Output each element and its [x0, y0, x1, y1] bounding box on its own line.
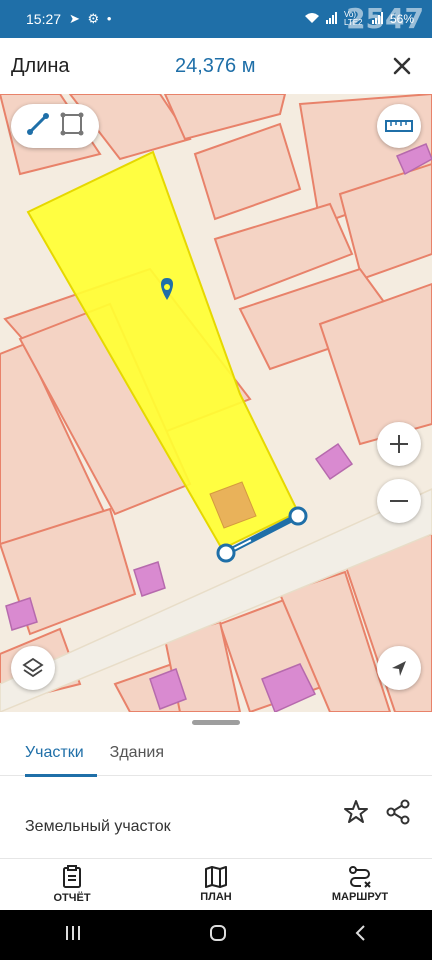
map-canvas — [0, 94, 432, 712]
measure-title: Длина — [11, 54, 70, 77]
system-navigation-bar — [0, 910, 432, 960]
notification-icons: ➤ ⚙ • — [69, 11, 114, 26]
status-bar: 15:27 ➤ ⚙ • Vo) LTE2 56% 2547 — [0, 0, 432, 38]
home-button[interactable] — [208, 923, 228, 948]
zoom-out-button[interactable] — [377, 479, 421, 523]
line-mode-button[interactable] — [25, 111, 51, 142]
share-button[interactable] — [384, 798, 412, 826]
nav-report-label: ОТЧЁТ — [53, 892, 91, 904]
recent-apps-button[interactable] — [63, 924, 83, 947]
nav-route-label: МАРШРУТ — [331, 891, 389, 903]
plus-icon — [390, 435, 408, 453]
area-mode-button[interactable] — [59, 111, 85, 142]
tab-buildings[interactable]: Здания — [97, 730, 177, 776]
parcel-type-label: Земельный участок — [25, 818, 171, 835]
recent-apps-icon — [65, 925, 80, 940]
navigation-arrow-icon — [392, 661, 406, 676]
route-icon — [349, 866, 371, 888]
share-icon — [386, 799, 410, 825]
status-time: 15:27 — [26, 11, 62, 27]
measure-point-start — [216, 543, 236, 563]
signal-icon — [325, 11, 338, 27]
ruler-button[interactable] — [377, 104, 421, 148]
nav-report[interactable]: ОТЧЁТ — [0, 859, 144, 910]
nav-plan[interactable]: ПЛАН — [144, 859, 288, 910]
home-icon — [209, 924, 226, 941]
sheet-handle[interactable] — [192, 720, 240, 725]
nav-route[interactable]: МАРШРУТ — [288, 859, 432, 910]
parcel-sheet: Участки Здания Земельный участок — [0, 712, 432, 858]
measure-value: 24,376 м — [175, 54, 256, 77]
favorite-button[interactable] — [342, 798, 370, 826]
minus-icon — [390, 500, 408, 502]
sheet-tabs: Участки Здания — [0, 730, 432, 777]
close-icon — [393, 57, 411, 75]
layers-button[interactable] — [11, 646, 55, 690]
map-plan-icon — [205, 866, 227, 888]
tab-parcels[interactable]: Участки — [12, 730, 97, 777]
zoom-in-button[interactable] — [377, 422, 421, 466]
line-measure-icon — [27, 112, 49, 135]
measure-point-end — [288, 506, 308, 526]
bottom-navigation: ОТЧЁТ ПЛАН МАРШРУТ — [0, 858, 432, 910]
wifi-icon — [304, 12, 320, 27]
report-icon — [63, 865, 81, 888]
back-icon — [355, 924, 366, 941]
watermark-number: 2547 — [346, 2, 424, 35]
nav-plan-label: ПЛАН — [200, 891, 232, 903]
map-view[interactable] — [0, 94, 432, 712]
back-button[interactable] — [353, 923, 369, 948]
measure-mode-toggle[interactable] — [11, 104, 99, 148]
star-icon — [344, 800, 368, 823]
area-measure-icon — [60, 112, 84, 135]
ruler-icon — [385, 120, 413, 132]
close-button[interactable] — [386, 50, 418, 82]
building — [133, 561, 166, 597]
building — [314, 442, 354, 481]
measure-header: Длина 24,376 м — [0, 38, 432, 94]
parcel — [193, 122, 302, 221]
layers-icon — [22, 657, 44, 678]
my-location-button[interactable] — [377, 646, 421, 690]
